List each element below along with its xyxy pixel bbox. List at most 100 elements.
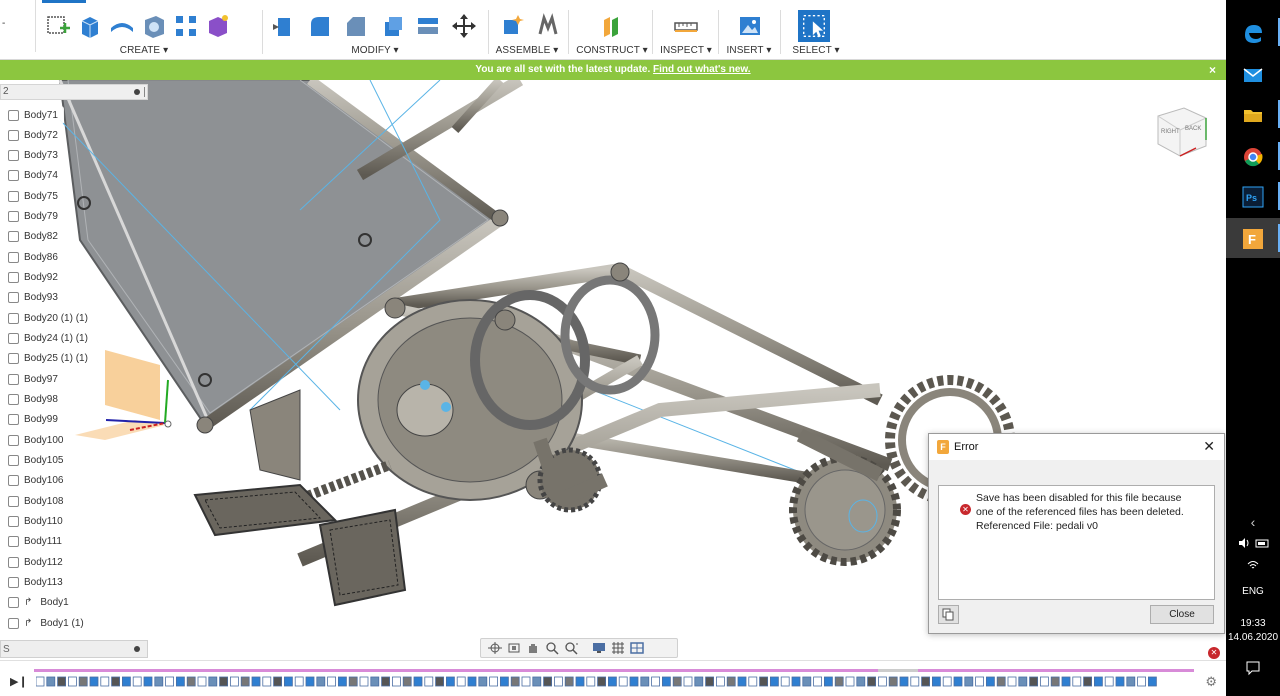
timeline-feature-icons[interactable] [36, 675, 1166, 689]
tree-item[interactable]: Body99 [0, 410, 64, 429]
taskbar-mail[interactable] [1226, 54, 1280, 94]
language-indicator[interactable]: ENG [1226, 586, 1280, 597]
visibility-toggle[interactable] [8, 353, 19, 365]
tree-item[interactable]: Body93 [0, 288, 64, 307]
visibility-toggle[interactable] [8, 251, 19, 263]
tree-expander[interactable] [0, 289, 8, 307]
zoom-icon[interactable] [544, 641, 560, 655]
visibility-toggle[interactable] [8, 190, 19, 202]
visibility-toggle[interactable] [8, 516, 19, 528]
tree-expander[interactable] [0, 391, 8, 409]
tree-item[interactable]: Body111 [0, 532, 68, 551]
tree-item[interactable]: Body75 [0, 187, 64, 206]
taskbar-photoshop[interactable]: Ps [1226, 176, 1280, 216]
visibility-toggle[interactable] [8, 536, 19, 548]
comments-options-icon[interactable] [134, 646, 140, 652]
clock-time[interactable]: 19:33 [1226, 618, 1280, 629]
wifi-icon[interactable] [1226, 558, 1280, 575]
tree-item[interactable]: Body108 [0, 492, 70, 511]
fillet-icon[interactable] [306, 12, 334, 40]
timeline-features[interactable] [36, 675, 1166, 689]
display-settings-icon[interactable] [591, 641, 607, 655]
tree-expander[interactable] [0, 309, 8, 327]
tray-volume-battery[interactable] [1226, 536, 1280, 553]
construct-menu[interactable]: CONSTRUCT ▾ [576, 45, 648, 56]
assemble-menu[interactable]: ASSEMBLE ▾ [494, 45, 560, 56]
revolve-icon[interactable] [108, 12, 136, 40]
move-icon[interactable] [450, 12, 478, 40]
tree-item[interactable]: Body97 [0, 370, 64, 389]
tree-expander[interactable] [0, 330, 8, 348]
rectangular-pattern-icon[interactable] [172, 12, 200, 40]
insert-image-icon[interactable] [736, 12, 764, 40]
tree-item[interactable]: Body110 [0, 512, 69, 531]
visibility-toggle[interactable] [8, 414, 19, 426]
tree-expander[interactable] [0, 614, 8, 632]
visibility-toggle[interactable] [8, 455, 19, 467]
press-pull-icon[interactable] [270, 12, 298, 40]
insert-menu[interactable]: INSERT ▾ [724, 45, 774, 56]
tree-item[interactable]: Body20 (1) (1) [0, 309, 94, 328]
close-button[interactable]: Close [1150, 605, 1214, 624]
tree-item[interactable]: Body79 [0, 207, 64, 226]
visibility-toggle[interactable] [8, 475, 19, 487]
tree-expander[interactable] [0, 167, 8, 185]
visibility-toggle[interactable] [8, 394, 19, 406]
timeline-error-icon[interactable]: ✕ [1208, 647, 1220, 659]
dialog-close-icon[interactable]: ✕ [1203, 438, 1215, 455]
tree-expander[interactable] [0, 147, 8, 165]
visibility-toggle[interactable] [8, 333, 19, 345]
visibility-toggle[interactable] [8, 617, 19, 629]
tree-item[interactable]: Body24 (1) (1) [0, 329, 94, 348]
fit-icon[interactable] [563, 641, 579, 655]
comments-panel-header[interactable]: S [0, 640, 148, 658]
tree-item[interactable]: Body113 [0, 573, 69, 592]
pan-icon[interactable] [525, 641, 541, 655]
panel-options-icon[interactable] [134, 89, 140, 95]
new-component-icon[interactable] [498, 12, 526, 40]
tree-item[interactable]: Body100 [0, 431, 70, 450]
visibility-toggle[interactable] [8, 312, 19, 324]
play-icon[interactable]: ▶❙ [10, 675, 28, 688]
visibility-toggle[interactable] [8, 272, 19, 284]
inspect-menu[interactable]: INSPECT ▾ [658, 45, 714, 56]
tree-item[interactable]: Body86 [0, 248, 64, 267]
offset-plane-icon[interactable] [598, 12, 626, 40]
taskbar-explorer[interactable] [1226, 94, 1280, 134]
tree-item[interactable]: ↱ Body1 (1) [0, 614, 90, 633]
select-icon[interactable] [798, 10, 830, 42]
create-sketch-icon[interactable] [44, 12, 72, 40]
visibility-toggle[interactable] [8, 373, 19, 385]
extrude-icon[interactable] [76, 12, 104, 40]
create-form-icon[interactable] [204, 12, 232, 40]
tree-item[interactable]: Body71 [0, 106, 64, 124]
tree-expander[interactable] [0, 574, 8, 592]
view-cube[interactable]: RIGHT BACK [1150, 100, 1214, 164]
tree-item[interactable]: Body82 [0, 227, 64, 246]
tree-expander[interactable] [0, 594, 8, 612]
visibility-toggle[interactable] [8, 556, 19, 568]
tree-expander[interactable] [0, 411, 8, 429]
tree-expander[interactable] [0, 248, 8, 266]
orbit-icon[interactable] [487, 641, 503, 655]
clock-date[interactable]: 14.06.2020 [1226, 632, 1280, 643]
tree-item[interactable]: Body73 [0, 146, 64, 165]
visibility-toggle[interactable] [8, 150, 19, 162]
tree-item[interactable]: Body72 [0, 126, 64, 145]
tree-expander[interactable] [0, 472, 8, 490]
tree-item[interactable]: Body98 [0, 390, 64, 409]
show-hidden-icons-icon[interactable]: ‹ [1226, 514, 1280, 530]
visibility-toggle[interactable] [8, 577, 19, 589]
tree-item[interactable]: Body92 [0, 268, 64, 287]
tree-item[interactable]: Body25 (1) (1) [0, 349, 94, 368]
whats-new-link[interactable]: Find out what's new. [653, 64, 751, 75]
tree-expander[interactable] [0, 553, 8, 571]
tree-item[interactable]: Body105 [0, 451, 70, 470]
tree-expander[interactable] [0, 513, 8, 531]
tree-expander[interactable] [0, 228, 8, 246]
measure-icon[interactable] [672, 12, 700, 40]
tree-expander[interactable] [0, 492, 8, 510]
shell-modify-icon[interactable] [378, 12, 406, 40]
grid-settings-icon[interactable] [610, 641, 626, 655]
tree-expander[interactable] [0, 187, 8, 205]
